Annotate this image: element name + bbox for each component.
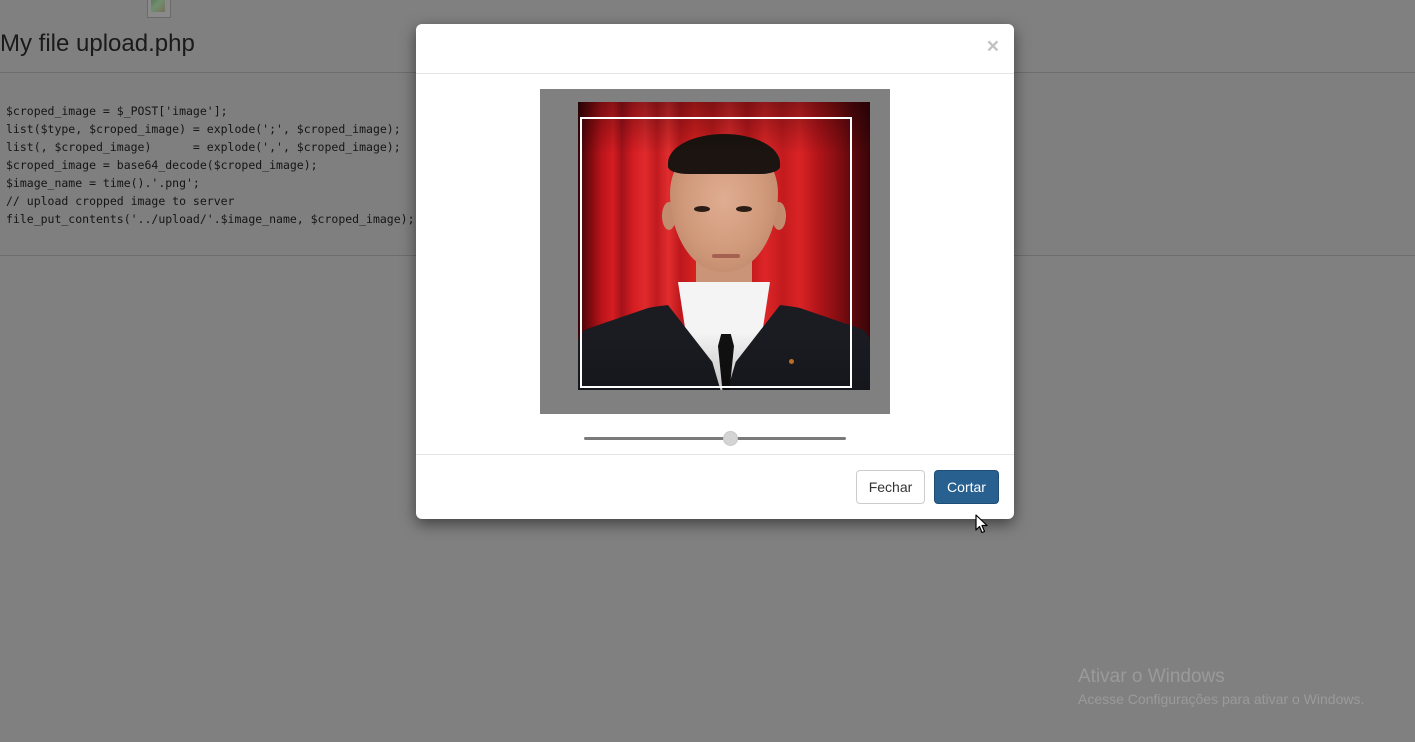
crop-canvas[interactable] xyxy=(540,89,890,414)
close-icon[interactable]: × xyxy=(987,36,999,58)
page: My file upload.php $croped_image = $_POS… xyxy=(0,0,1415,742)
code-text: $croped_image = $_POST['image']; list($ty… xyxy=(6,102,415,228)
close-button[interactable]: Fechar xyxy=(856,470,925,504)
crop-button[interactable]: Cortar xyxy=(934,470,999,504)
zoom-slider-handle[interactable] xyxy=(723,431,739,446)
code-line: $croped_image = base64_decode($croped_im… xyxy=(6,158,318,172)
modal-header: × xyxy=(416,24,1014,74)
windows-activation-watermark: Ativar o Windows Acesse Configurações pa… xyxy=(1078,666,1364,709)
code-line: $croped_image = $_POST['image']; xyxy=(6,104,228,118)
mouse-pointer-icon xyxy=(975,514,988,534)
code-line: list(, $croped_image) = explode(',', $cr… xyxy=(6,140,401,154)
code-line: file_put_contents('../upload/'.$image_na… xyxy=(6,212,415,226)
watermark-title: Ativar o Windows xyxy=(1078,666,1225,687)
code-line: // upload cropped image to server xyxy=(6,194,235,208)
zoom-slider[interactable] xyxy=(584,429,846,447)
crop-modal: × Fechar Cortar xyxy=(416,24,1014,534)
broken-image-icon xyxy=(147,0,171,18)
modal-footer: Fechar Cortar xyxy=(416,454,1014,520)
code-line: list($type, $croped_image) = explode(';'… xyxy=(6,122,401,136)
watermark-subtitle: Acesse Configurações para ativar o Windo… xyxy=(1078,691,1365,707)
crop-selection-box[interactable] xyxy=(580,117,852,388)
page-title: My file upload.php xyxy=(0,30,195,57)
zoom-slider-track[interactable] xyxy=(584,437,846,440)
code-line: $image_name = time().'.png'; xyxy=(6,176,200,190)
